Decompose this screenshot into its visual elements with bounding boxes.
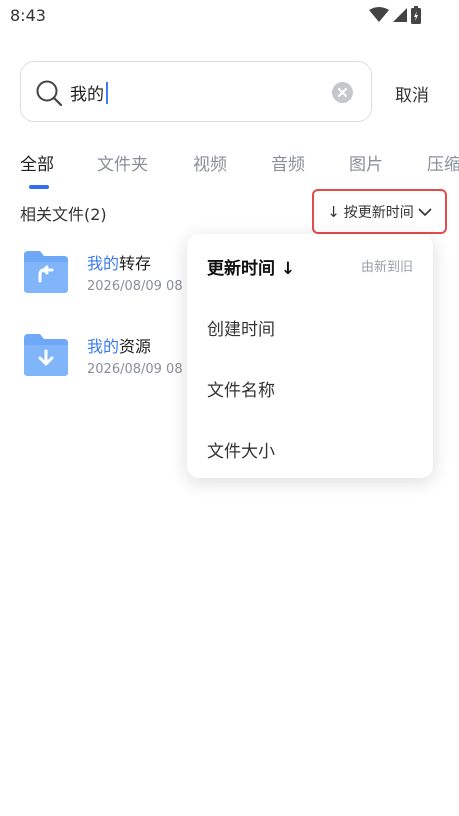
- file-date: 2026/08/09 08: [87, 279, 183, 294]
- results-count-label: 相关文件(2): [20, 205, 107, 224]
- tab-audio[interactable]: 音频: [271, 150, 305, 175]
- file-name-match: 我的: [87, 254, 120, 273]
- search-icon: [36, 80, 63, 107]
- file-date: 2026/08/09 08: [87, 362, 183, 377]
- tab-active-indicator: [29, 185, 49, 189]
- search-query: 我的: [70, 80, 108, 105]
- clear-icon[interactable]: [332, 82, 353, 103]
- sort-button[interactable]: ↓ 按更新时间: [312, 189, 447, 234]
- file-name-rest: 转存: [119, 254, 152, 273]
- status-bar: 8:43: [0, 0, 459, 32]
- tab-compressed[interactable]: 压缩: [427, 150, 459, 175]
- sort-option-updated[interactable]: 更新时间 ↓: [207, 254, 295, 279]
- tab-video[interactable]: 视频: [193, 150, 227, 175]
- status-icons: [369, 6, 421, 24]
- file-name-rest: 资源: [119, 337, 152, 356]
- file-name: 我的转存: [87, 250, 151, 274]
- search-input[interactable]: 我的: [20, 61, 372, 122]
- arrow-down-icon: ↓: [327, 202, 340, 221]
- tab-all[interactable]: 全部: [20, 150, 54, 175]
- battery-icon: [411, 6, 421, 24]
- folder-download-icon: [24, 334, 68, 376]
- status-time: 8:43: [10, 6, 46, 25]
- sort-order-hint: 由新到旧: [360, 260, 413, 275]
- tab-image[interactable]: 图片: [349, 150, 383, 175]
- signal-icon: [393, 8, 407, 22]
- chevron-down-icon: [418, 207, 432, 216]
- search-query-text: 我的: [70, 85, 104, 105]
- category-tabs: 全部 文件夹 视频 音频 图片 压缩: [0, 150, 459, 190]
- sort-option-size[interactable]: 文件大小: [207, 437, 275, 462]
- tab-folder[interactable]: 文件夹: [97, 150, 148, 175]
- text-caret: [106, 81, 108, 104]
- cancel-button[interactable]: 取消: [395, 81, 429, 106]
- sort-option-name[interactable]: 文件名称: [207, 376, 275, 401]
- folder-share-icon: [24, 251, 68, 293]
- sort-option-created[interactable]: 创建时间: [207, 315, 275, 340]
- sort-menu: 更新时间 ↓ 由新到旧 创建时间 文件名称 文件大小: [187, 234, 433, 478]
- file-name: 我的资源: [87, 333, 151, 357]
- sort-button-label: 按更新时间: [343, 204, 414, 221]
- file-name-match: 我的: [87, 337, 120, 356]
- wifi-icon: [369, 7, 389, 22]
